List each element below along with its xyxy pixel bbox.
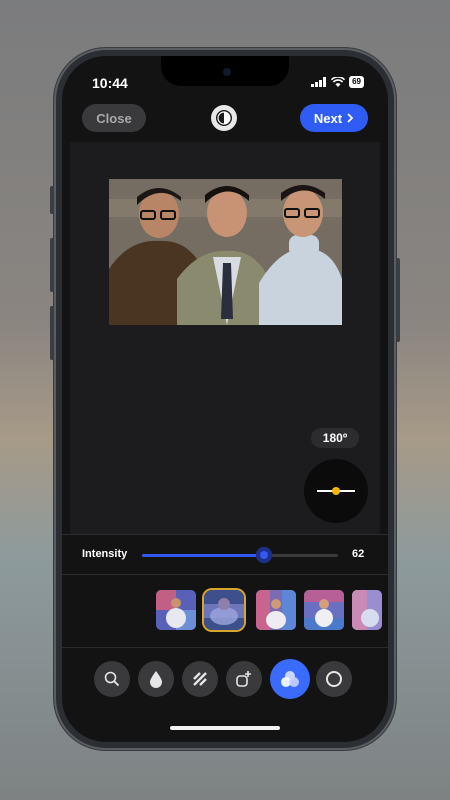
notch <box>161 56 289 86</box>
intensity-value: 62 <box>352 548 365 560</box>
rotation-dial[interactable] <box>304 459 368 523</box>
circle-icon <box>326 671 342 687</box>
intensity-slider[interactable] <box>142 547 338 563</box>
zoom-tool-button[interactable] <box>94 661 130 697</box>
filter-thumbnail[interactable] <box>352 590 382 630</box>
color-tool-button[interactable] <box>138 661 174 697</box>
next-button[interactable]: Next <box>300 104 368 132</box>
filter-preview-image <box>156 590 196 630</box>
home-indicator <box>170 726 280 730</box>
phone-volume-up <box>50 238 54 292</box>
photo-image <box>109 179 342 325</box>
filter-strip <box>156 590 388 634</box>
filter-thumbnail[interactable] <box>304 590 344 630</box>
front-camera <box>223 68 231 76</box>
filter-preview-image <box>204 590 244 630</box>
battery-indicator: 69 <box>349 76 364 88</box>
close-button[interactable]: Close <box>82 104 146 132</box>
status-time: 10:44 <box>92 75 128 91</box>
intensity-slider-fill <box>142 554 264 557</box>
wifi-icon <box>331 77 346 87</box>
app-screen: 10:44 69 Close Next 180º Intensity 62 <box>62 56 388 742</box>
texture-tool-button[interactable] <box>182 661 218 697</box>
filters-tool-button[interactable] <box>270 659 310 699</box>
divider <box>62 647 388 648</box>
contrast-icon <box>216 110 232 126</box>
drop-icon <box>150 671 162 688</box>
filter-preview-image <box>256 590 296 630</box>
divider <box>62 574 388 575</box>
cellular-signal-icon <box>311 77 327 87</box>
rotation-label: 180º <box>311 428 359 448</box>
intensity-label: Intensity <box>82 548 128 560</box>
layers-icon <box>193 672 207 686</box>
filter-thumbnail[interactable] <box>156 590 196 630</box>
vignette-tool-button[interactable] <box>316 661 352 697</box>
add-shape-icon <box>236 671 251 687</box>
top-bar: Close Next <box>62 104 388 136</box>
rotation-dial-handle[interactable] <box>332 487 340 495</box>
filter-thumbnail-selected[interactable] <box>204 590 244 630</box>
phone-volume-down <box>50 306 54 360</box>
filter-preview-image <box>304 590 344 630</box>
filter-preview-image <box>352 590 382 630</box>
intensity-slider-thumb[interactable] <box>255 547 272 563</box>
phone-side-button <box>50 186 54 214</box>
filter-thumbnail[interactable] <box>256 590 296 630</box>
phone-power-button <box>396 258 400 342</box>
search-icon <box>104 671 120 687</box>
status-icons: 69 <box>311 76 364 88</box>
edited-photo[interactable] <box>109 179 342 325</box>
filters-icon <box>281 671 299 687</box>
divider <box>62 534 388 535</box>
chevron-right-icon <box>347 113 354 123</box>
next-button-label: Next <box>313 110 343 126</box>
overlay-tool-button[interactable] <box>226 661 262 697</box>
compare-toggle[interactable] <box>211 105 237 131</box>
